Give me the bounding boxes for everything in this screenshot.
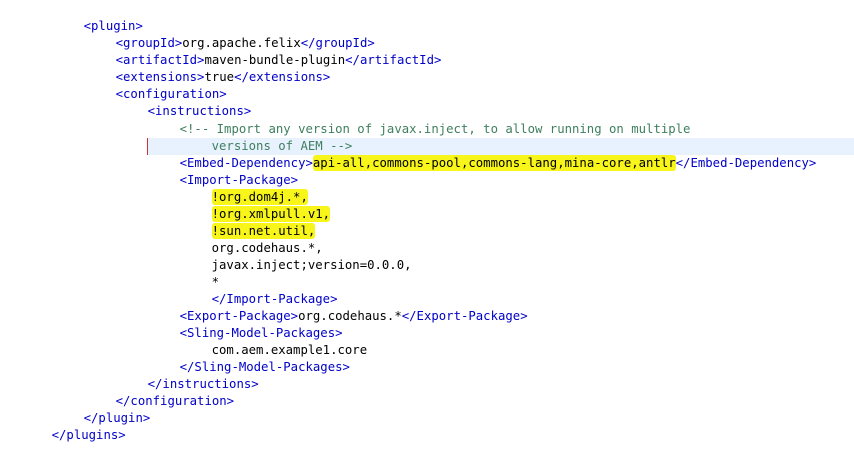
code-line-plugins-close[interactable]: </plugins> bbox=[22, 410, 126, 442]
code-line-instructions-close[interactable]: </instructions> bbox=[118, 359, 259, 391]
code-line-import-package-close[interactable]: </Import-Package> bbox=[182, 274, 338, 306]
code-line-import-xmlpull[interactable]: !org.xmlpull.v1, bbox=[182, 189, 331, 222]
code-line-groupid[interactable]: <groupId>org.apache.felix</groupId> bbox=[86, 18, 375, 50]
code-line-import-package-open[interactable]: <Import-Package> bbox=[150, 155, 298, 187]
plugins-close-tag: </plugins> bbox=[51, 428, 126, 442]
code-line-extensions[interactable]: <extensions>true</extensions> bbox=[86, 52, 331, 84]
extensions-close-tag: </extensions> bbox=[234, 70, 331, 84]
artifactid-close-tag: </artifactId> bbox=[345, 53, 442, 67]
code-line-instructions-open[interactable]: <instructions> bbox=[118, 86, 252, 118]
code-line-plugin-open[interactable]: <plugin> bbox=[54, 1, 143, 33]
code-line-sling-model-value[interactable]: com.aem.example1.core bbox=[182, 325, 367, 357]
code-line-import-wildcard[interactable]: * bbox=[182, 257, 219, 289]
code-line-plugin-close[interactable]: </plugin> bbox=[54, 393, 151, 425]
code-line-sling-model-packages-open[interactable]: <Sling-Model-Packages> bbox=[150, 308, 343, 340]
xml-editor[interactable]: <plugin> <groupId>org.apache.felix</grou… bbox=[0, 0, 854, 442]
code-line-export-package[interactable]: <Export-Package>org.codehaus.*</Export-P… bbox=[150, 291, 528, 323]
code-line-embed-dependency[interactable]: <Embed-Dependency>api-all,commons-pool,c… bbox=[150, 138, 816, 171]
code-line-comment-2[interactable]: versions of AEM --> bbox=[182, 121, 353, 153]
export-package-close-tag: </Export-Package> bbox=[401, 309, 528, 323]
code-line-sling-model-packages-close[interactable]: </Sling-Model-Packages> bbox=[150, 342, 350, 374]
embed-dependency-value: api-all,commons-pool,commons-lang,mina-c… bbox=[312, 155, 676, 171]
text-cursor bbox=[147, 138, 148, 155]
code-line-import-codehaus[interactable]: org.codehaus.*, bbox=[182, 223, 323, 255]
embed-dependency-close-tag: </Embed-Dependency> bbox=[675, 156, 817, 170]
code-line-import-sun-net-util[interactable]: !sun.net.util, bbox=[182, 206, 316, 239]
code-line-import-dom4j[interactable]: !org.dom4j.*, bbox=[182, 172, 308, 205]
code-line-import-javax-inject[interactable]: javax.inject;version=0.0.0, bbox=[182, 240, 412, 272]
code-line-artifactid[interactable]: <artifactId>maven-bundle-plugin</artifac… bbox=[86, 35, 442, 67]
import-value-javax-inject: javax.inject;version=0.0.0, bbox=[211, 258, 412, 272]
code-line-configuration-close[interactable]: </configuration> bbox=[86, 376, 234, 408]
code-line-comment-1[interactable]: <!-- Import any version of javax.inject,… bbox=[150, 104, 691, 136]
code-line-configuration-open[interactable]: <configuration> bbox=[86, 69, 227, 101]
